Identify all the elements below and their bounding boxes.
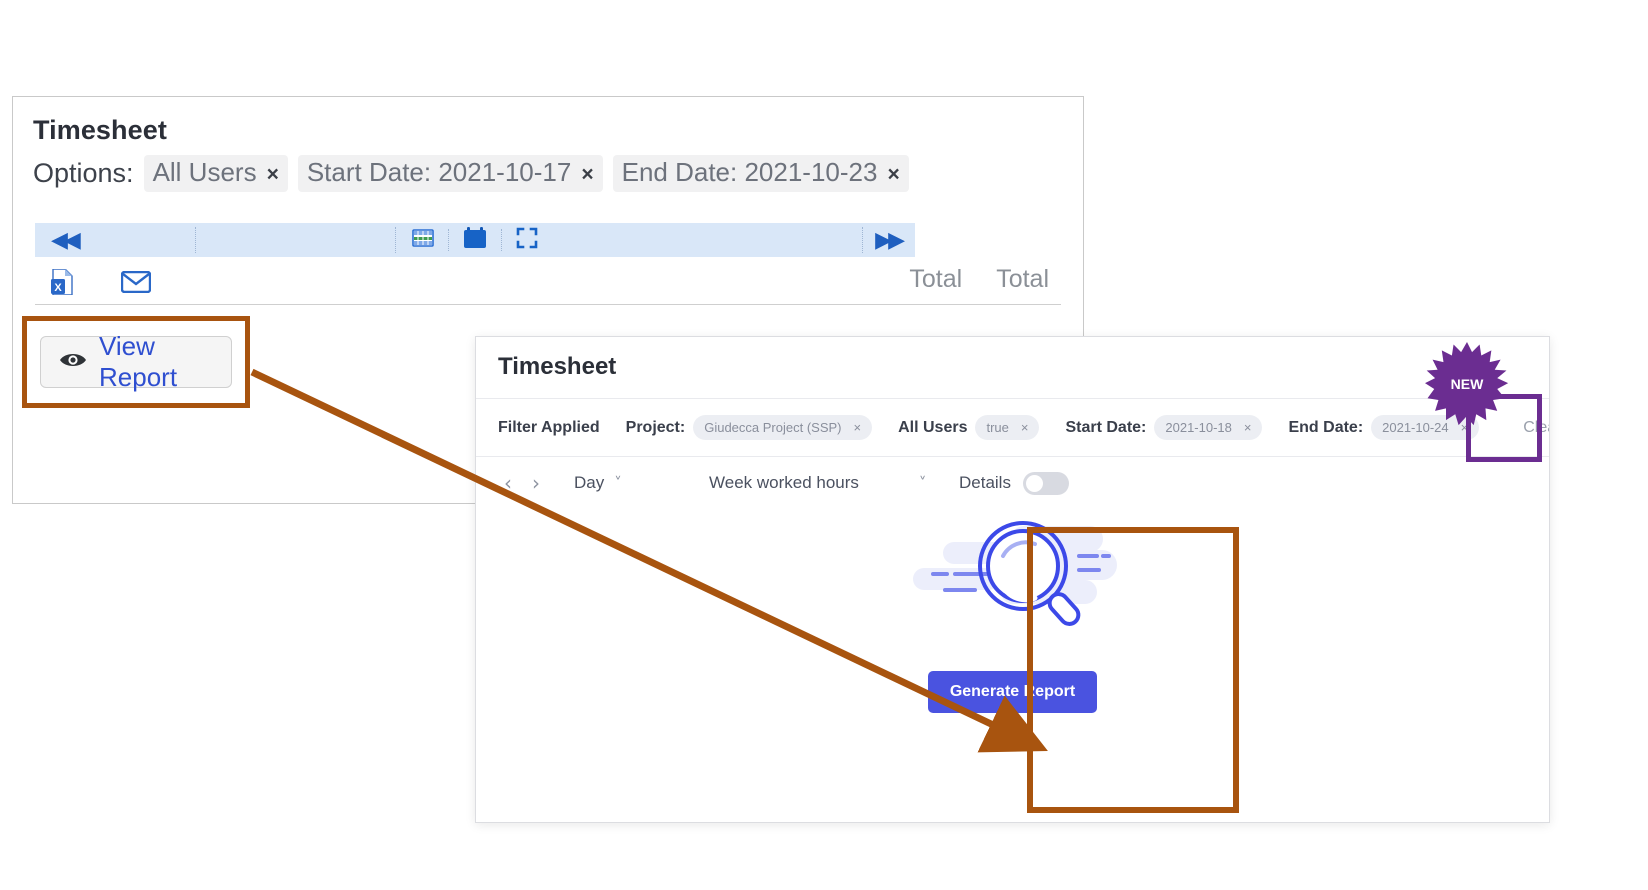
calendar-icon[interactable]: [463, 227, 487, 254]
screenshot-root: Timesheet Options: All Users × Start Dat…: [0, 0, 1648, 890]
filter-label-all-users: All Users: [898, 419, 967, 437]
filter-label-project: Project:: [626, 419, 686, 437]
old-options-row: Options: All Users × Start Date: 2021-10…: [33, 155, 909, 192]
details-toggle[interactable]: [1023, 472, 1069, 495]
old-panel-title: Timesheet: [33, 115, 167, 146]
filter-chip-end-date[interactable]: End Date: 2021-10-23 ×: [613, 155, 909, 192]
metric-select-value: Week worked hours: [709, 473, 859, 493]
filter-chip-start-date[interactable]: Start Date: 2021-10-17 ×: [298, 155, 603, 192]
new-panel-header: Timesheet: [476, 337, 1549, 399]
chip-value: 2021-10-18: [1165, 420, 1232, 435]
period-select[interactable]: Day ˅: [574, 473, 709, 493]
spreadsheet-icon[interactable]: [412, 228, 434, 253]
excel-export-icon[interactable]: X: [51, 269, 73, 300]
report-toolbar: ‹ › Day ˅ Week worked hours ˅ Details: [476, 457, 1549, 509]
email-icon[interactable]: [121, 271, 151, 298]
fullscreen-icon[interactable]: [516, 227, 538, 254]
chip-value: Giudecca Project (SSP): [704, 420, 841, 435]
svg-text:X: X: [54, 282, 62, 294]
old-options-label: Options:: [33, 158, 134, 189]
old-export-row: X: [51, 269, 151, 300]
chip-remove-icon[interactable]: ×: [887, 163, 899, 187]
toggle-knob: [1026, 475, 1043, 492]
new-timesheet-panel: Timesheet Filter Applied Project: Giudec…: [475, 336, 1550, 823]
old-toolbar-icons: [412, 227, 538, 254]
filter-chip-all-users[interactable]: All Users ×: [144, 155, 288, 192]
fast-forward-icon[interactable]: ▶▶: [875, 227, 901, 253]
view-report-button[interactable]: View Report: [40, 336, 232, 388]
fast-backward-icon[interactable]: ◀◀: [51, 227, 77, 253]
generate-report-button[interactable]: Generate Report: [928, 671, 1097, 713]
old-totals-row: Total Total: [909, 265, 1049, 294]
chevron-right-icon[interactable]: ›: [522, 471, 550, 495]
chip-value: true: [986, 420, 1008, 435]
filter-label-end-date: End Date:: [1288, 419, 1363, 437]
total-label-2: Total: [996, 265, 1049, 294]
empty-state: Generate Report: [476, 512, 1549, 713]
new-badge-label: NEW: [1425, 342, 1509, 426]
chevron-down-icon: ˅: [919, 474, 927, 492]
chip-text: All Users: [153, 157, 257, 188]
metric-select[interactable]: Week worked hours ˅: [709, 473, 959, 493]
chip-remove-icon[interactable]: ×: [1021, 420, 1029, 435]
old-pager-bar: ◀◀: [35, 223, 915, 257]
chevron-left-icon[interactable]: ‹: [494, 471, 522, 495]
filter-applied-label: Filter Applied: [498, 419, 600, 437]
chip-remove-icon[interactable]: ×: [1244, 420, 1252, 435]
view-report-label: View Report: [99, 331, 231, 393]
eye-icon: [59, 351, 87, 374]
filter-chip-start-date[interactable]: 2021-10-18 ×: [1154, 415, 1262, 440]
new-panel-title: Timesheet: [498, 353, 616, 381]
filter-bar: Filter Applied Project: Giudecca Project…: [476, 399, 1549, 457]
period-select-value: Day: [574, 473, 604, 493]
new-badge: NEW: [1425, 342, 1509, 426]
total-label-1: Total: [909, 265, 962, 294]
chip-remove-icon[interactable]: ×: [581, 163, 593, 187]
filter-chip-all-users[interactable]: true ×: [975, 415, 1039, 440]
old-header-divider: [35, 304, 1061, 305]
chevron-down-icon: ˅: [614, 474, 622, 492]
magnifier-illustration: [883, 512, 1143, 635]
chip-remove-icon[interactable]: ×: [267, 163, 279, 187]
clear-all-button[interactable]: Clear All: [1505, 419, 1550, 437]
filter-chip-project[interactable]: Giudecca Project (SSP) ×: [693, 415, 872, 440]
chip-remove-icon[interactable]: ×: [854, 420, 862, 435]
chip-text: End Date: 2021-10-23: [622, 157, 878, 188]
details-label: Details: [959, 473, 1011, 493]
chip-text: Start Date: 2021-10-17: [307, 157, 572, 188]
filter-label-start-date: Start Date:: [1065, 419, 1146, 437]
